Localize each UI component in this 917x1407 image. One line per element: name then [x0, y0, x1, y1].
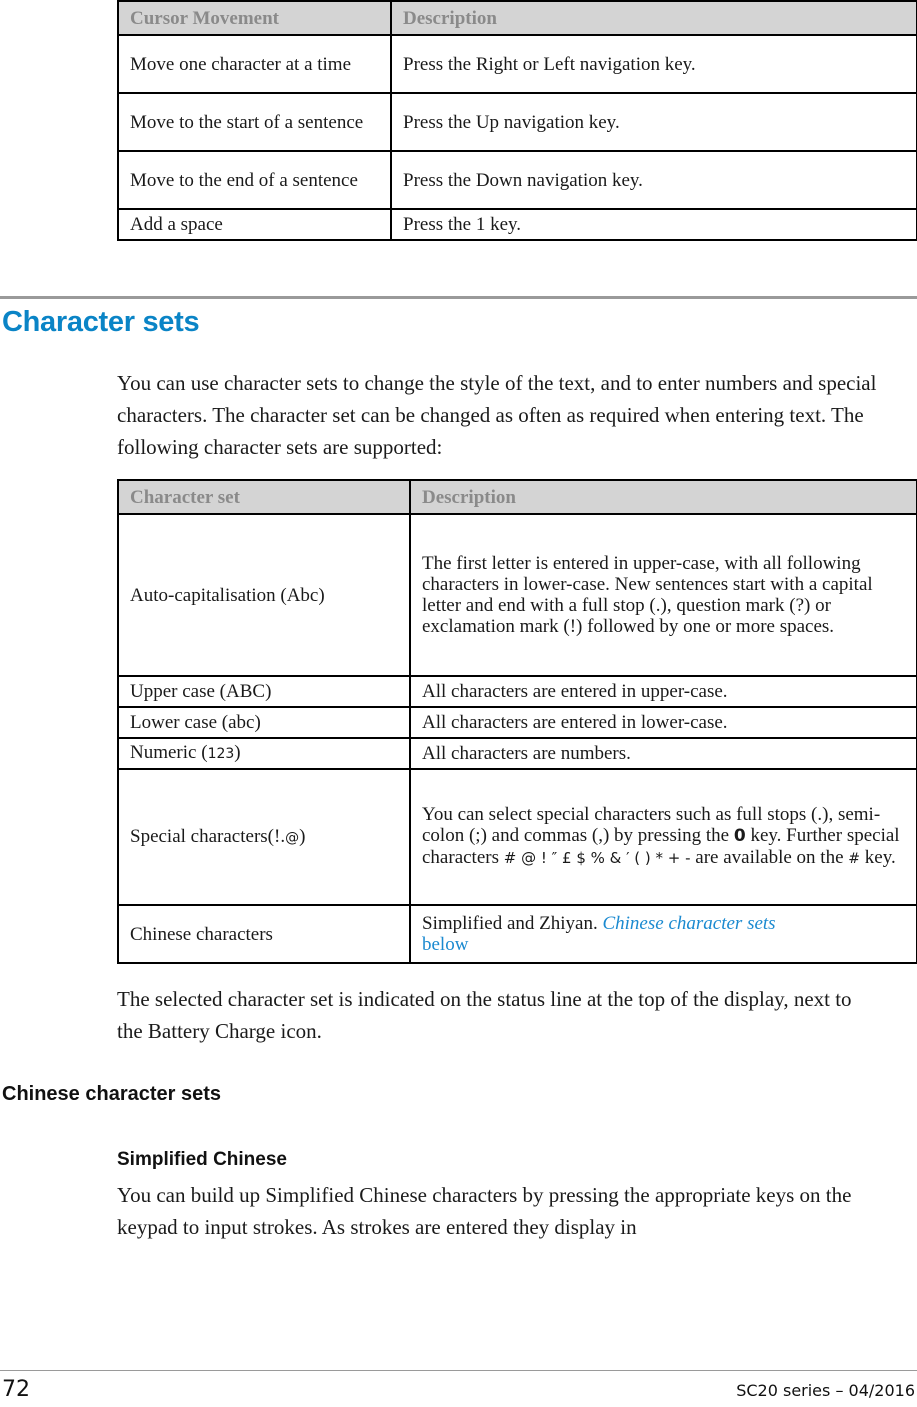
cell-text: ): [234, 742, 241, 763]
table-cell: Chinese characters: [117, 904, 411, 964]
subsubsection-heading: Simplified Chinese: [117, 1149, 287, 1170]
chinese-character-sets-link-below[interactable]: below: [422, 934, 468, 955]
table-header-row: Cursor Movement Description: [117, 0, 917, 36]
table-cell: Upper case (ABC): [117, 675, 411, 708]
column-header: Character set: [117, 479, 411, 515]
table-row: Add a space Press the 1 key.: [117, 208, 917, 241]
table-cell: Lower case (abc): [117, 706, 411, 739]
table-cell: You can select special characters such a…: [409, 768, 917, 906]
character-set-table: Character set Description Auto-capitalis…: [117, 479, 917, 964]
table-row: Numeric (123) All characters are numbers…: [117, 737, 917, 770]
table-cell: Auto-capitalisation (Abc): [117, 513, 411, 677]
table-row: Upper case (ABC) All characters are ente…: [117, 675, 917, 708]
simplified-chinese-paragraph: You can build up Simplified Chinese char…: [117, 1183, 852, 1239]
table-cell: Simplified and Zhiyan. Chinese character…: [409, 904, 917, 964]
cell-text: Numeric (: [130, 742, 208, 763]
table-cell: Press the Right or Left navigation key.: [390, 34, 917, 94]
status-note-paragraph: The selected character set is indicated …: [117, 987, 852, 1043]
subsection-heading: Chinese character sets: [2, 1083, 222, 1105]
table-cell: Press the Up navigation key.: [390, 92, 917, 152]
cell-text: key.: [860, 847, 896, 868]
cell-code-text: 123: [207, 746, 235, 762]
table-cell: Press the 1 key.: [390, 208, 917, 241]
page-number: 72: [2, 1377, 30, 1402]
table-cell: Add a space: [117, 208, 392, 241]
cursor-movement-table: Cursor Movement Description Move one cha…: [117, 0, 917, 241]
table-cell: All characters are numbers.: [409, 737, 917, 770]
cell-code-text: @: [285, 829, 300, 846]
cell-text: are available on the: [690, 847, 849, 868]
key-label: 0: [733, 826, 746, 846]
table-cell: Move one character at a time: [117, 34, 392, 94]
table-row: Move to the start of a sentence Press th…: [117, 92, 917, 152]
table-cell: All characters are entered in upper-case…: [409, 675, 917, 708]
chinese-character-sets-link[interactable]: Chinese character sets: [602, 913, 775, 934]
column-header: Cursor Movement: [117, 0, 392, 36]
table-cell: Numeric (123): [117, 737, 411, 770]
table-row: Auto-capitalisation (Abc) The first lett…: [117, 513, 917, 677]
cell-text: Simplified and Zhiyan.: [422, 913, 603, 934]
table-cell: Move to the start of a sentence: [117, 92, 392, 152]
cell-text: ): [299, 825, 306, 847]
table-cell: The first letter is entered in upper-cas…: [409, 513, 917, 677]
column-header: Description: [409, 479, 917, 515]
table-row: Lower case (abc) All characters are ente…: [117, 706, 917, 739]
table-row: Special characters(!.@) You can select s…: [117, 768, 917, 906]
cell-text: Special characters(!.: [130, 825, 286, 847]
key-label: #: [848, 851, 861, 867]
symbol-list: # @ ! ″ £ $ % & ′ ( ) * + -: [503, 849, 691, 867]
footer-divider: [0, 1370, 917, 1371]
section-heading: Character sets: [2, 306, 200, 338]
table-row: Move to the end of a sentence Press the …: [117, 150, 917, 210]
table-header-row: Character set Description: [117, 479, 917, 515]
table-cell: All characters are entered in lower-case…: [409, 706, 917, 739]
section-divider: [0, 296, 917, 299]
column-header: Description: [390, 0, 917, 36]
table-row: Chinese characters Simplified and Zhiyan…: [117, 904, 917, 964]
table-row: Move one character at a time Press the R…: [117, 34, 917, 94]
table-cell: Move to the end of a sentence: [117, 150, 392, 210]
document-version: SC20 series – 04/2016: [736, 1381, 915, 1400]
table-cell: Special characters(!.@): [117, 768, 411, 906]
intro-paragraph: You can use character sets to change the…: [117, 371, 877, 459]
table-cell: Press the Down navigation key.: [390, 150, 917, 210]
